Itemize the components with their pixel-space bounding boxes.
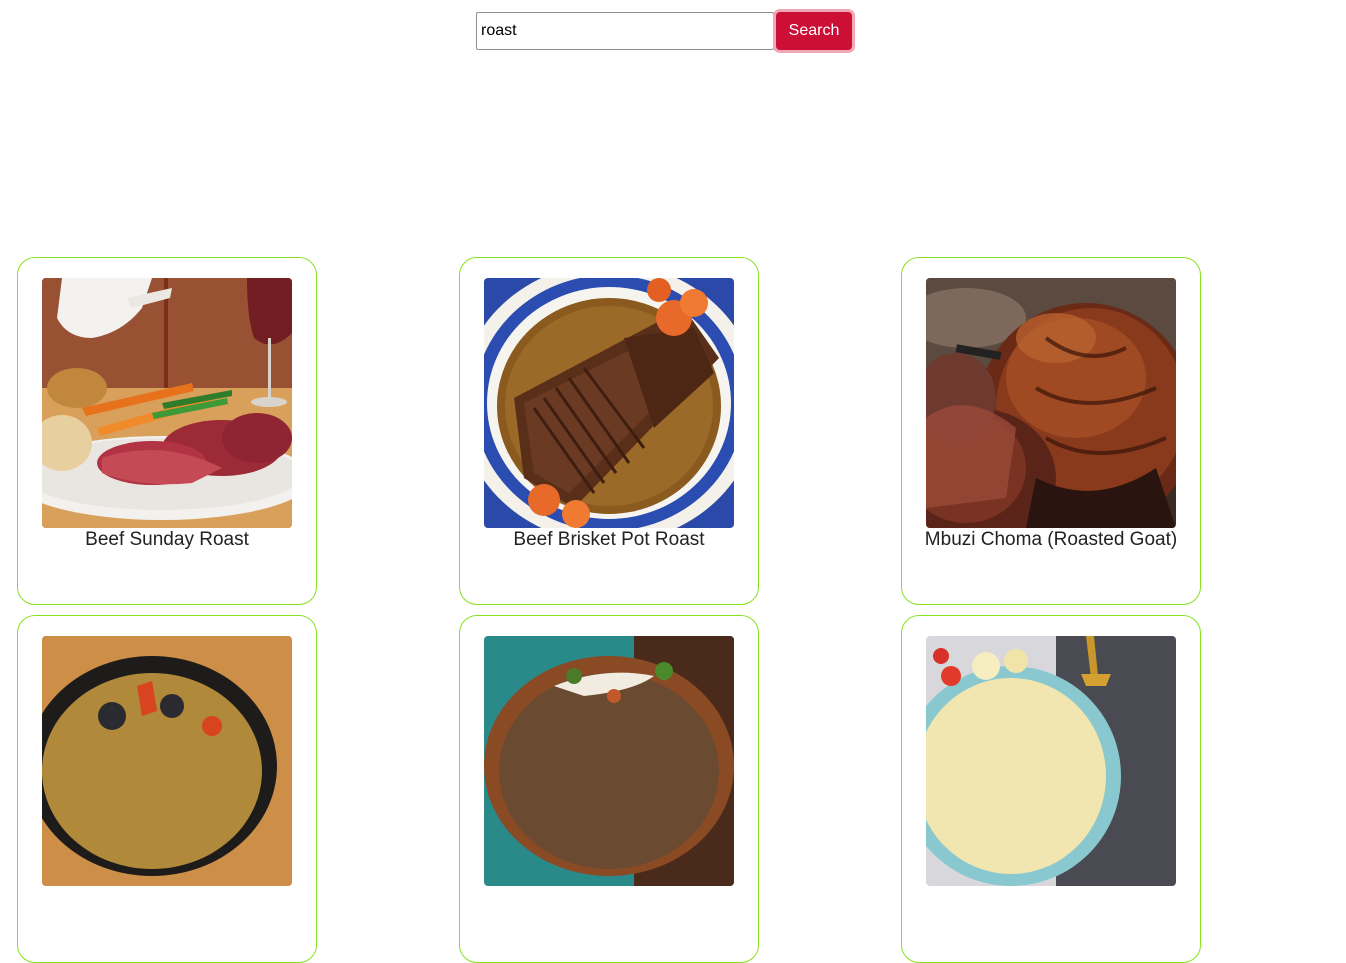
recipe-card[interactable] — [459, 615, 759, 963]
recipe-title[interactable]: Beef Brisket Pot Roast — [470, 528, 748, 552]
recipe-card[interactable]: Beef Sunday Roast — [17, 257, 317, 605]
recipe-title[interactable]: Beef Sunday Roast — [28, 528, 306, 552]
recipe-card[interactable] — [17, 615, 317, 963]
recipe-image[interactable] — [926, 636, 1176, 886]
recipe-image[interactable] — [42, 278, 292, 528]
recipe-image[interactable] — [484, 636, 734, 886]
recipe-image[interactable] — [926, 278, 1176, 528]
recipe-title[interactable]: Mbuzi Choma (Roasted Goat) — [912, 528, 1190, 552]
recipe-card[interactable]: Mbuzi Choma (Roasted Goat) — [901, 257, 1201, 605]
recipe-image[interactable] — [42, 636, 292, 886]
recipe-image[interactable] — [484, 278, 734, 528]
recipe-card[interactable] — [901, 615, 1201, 963]
recipe-card[interactable]: Beef Brisket Pot Roast — [459, 257, 759, 605]
recipe-grid: Beef Sunday Roast Beef Brisket Pot Roast… — [0, 0, 1346, 963]
